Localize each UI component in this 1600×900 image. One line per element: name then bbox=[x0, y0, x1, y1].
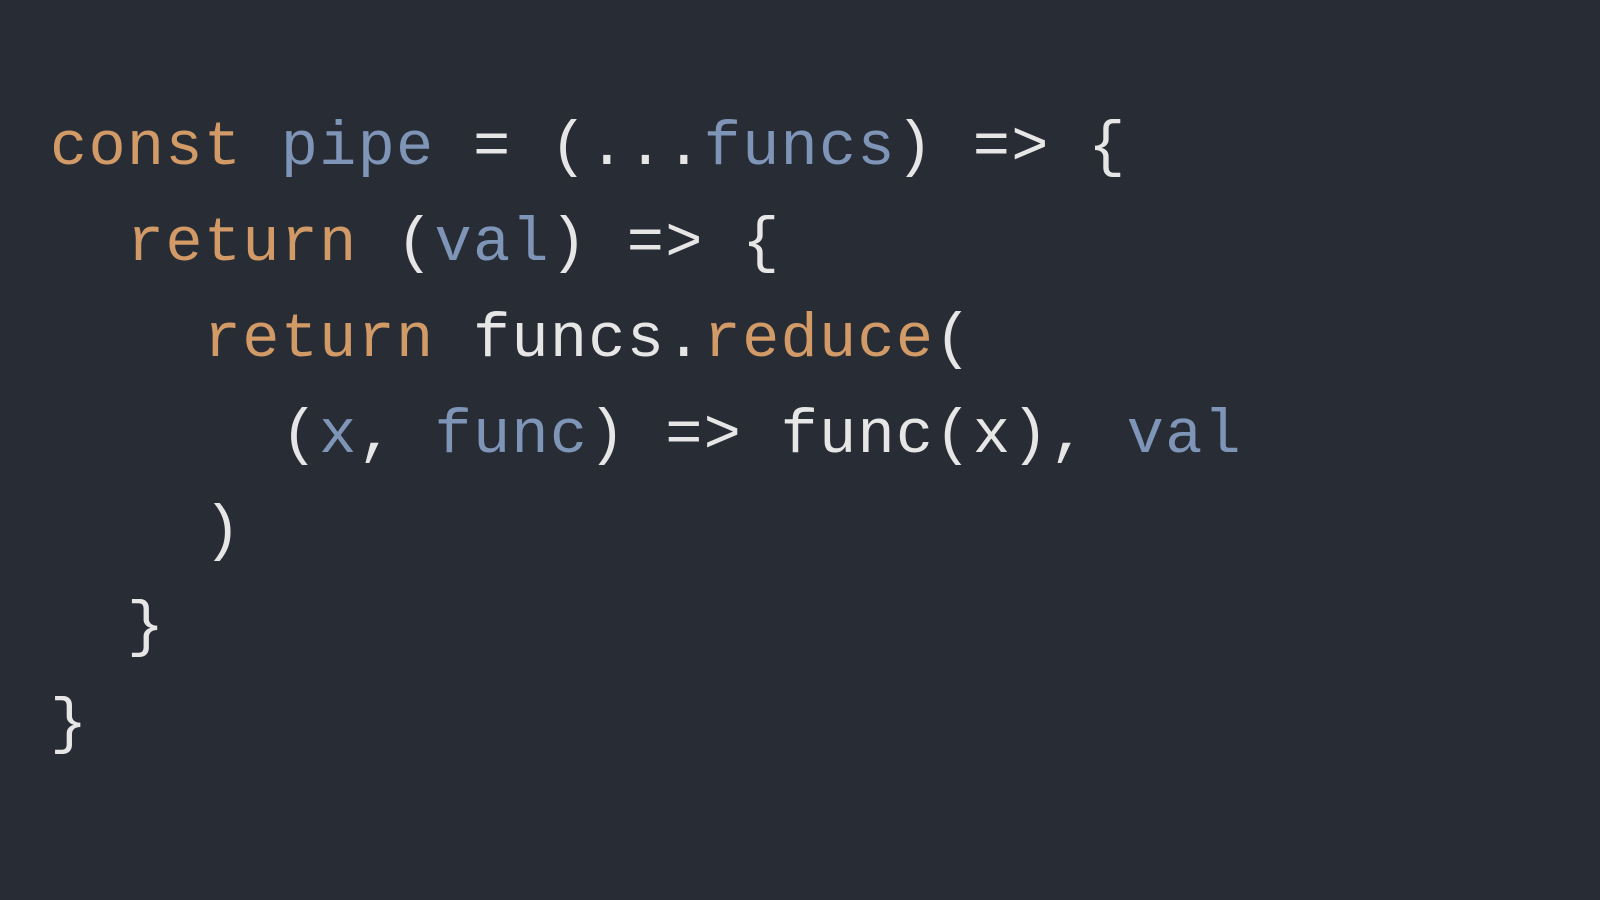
whitespace bbox=[358, 208, 396, 279]
whitespace bbox=[511, 112, 549, 183]
whitespace bbox=[588, 208, 626, 279]
keyword-return: return bbox=[127, 208, 358, 279]
paren-close: ) bbox=[896, 112, 934, 183]
code-line-1: const pipe = (...funcs) => { bbox=[50, 112, 1127, 183]
comma: , bbox=[358, 400, 396, 471]
code-line-2: return (val) => { bbox=[50, 208, 781, 279]
indent bbox=[50, 208, 127, 279]
whitespace bbox=[934, 112, 972, 183]
code-line-5: ) bbox=[50, 496, 242, 567]
code-line-6: } bbox=[50, 592, 165, 663]
paren-open: ( bbox=[550, 112, 588, 183]
brace-open: { bbox=[742, 208, 780, 279]
identifier-x-arg: x bbox=[973, 400, 1011, 471]
paren-close: ) bbox=[588, 400, 626, 471]
dot-operator: . bbox=[665, 304, 703, 375]
indent bbox=[50, 592, 127, 663]
identifier-funcs: funcs bbox=[704, 112, 896, 183]
keyword-const: const bbox=[50, 112, 242, 183]
paren-open: ( bbox=[934, 400, 972, 471]
paren-open: ( bbox=[396, 208, 434, 279]
brace-close: } bbox=[127, 592, 165, 663]
identifier-funcs: funcs bbox=[473, 304, 665, 375]
spread-operator: ... bbox=[588, 112, 703, 183]
paren-open: ( bbox=[281, 400, 319, 471]
identifier-func-call: func bbox=[781, 400, 935, 471]
code-line-3: return funcs.reduce( bbox=[50, 304, 973, 375]
code-line-7: } bbox=[50, 689, 88, 760]
brace-open: { bbox=[1088, 112, 1126, 183]
keyword-return: return bbox=[204, 304, 435, 375]
whitespace bbox=[627, 400, 665, 471]
code-line-4: (x, func) => func(x), val bbox=[50, 400, 1242, 471]
whitespace bbox=[434, 112, 472, 183]
brace-close: } bbox=[50, 689, 88, 760]
whitespace bbox=[1050, 112, 1088, 183]
whitespace bbox=[704, 208, 742, 279]
identifier-pipe: pipe bbox=[281, 112, 435, 183]
comma: , bbox=[1050, 400, 1088, 471]
indent bbox=[50, 304, 204, 375]
arrow-operator: => bbox=[627, 208, 704, 279]
identifier-val: val bbox=[435, 208, 550, 279]
indent bbox=[50, 400, 281, 471]
identifier-x: x bbox=[319, 400, 357, 471]
whitespace bbox=[434, 304, 472, 375]
identifier-val-arg: val bbox=[1127, 400, 1242, 471]
indent bbox=[50, 496, 204, 567]
paren-close: ) bbox=[204, 496, 242, 567]
operator-equals: = bbox=[473, 112, 511, 183]
identifier-func: func bbox=[435, 400, 589, 471]
paren-close: ) bbox=[1011, 400, 1049, 471]
whitespace bbox=[396, 400, 434, 471]
whitespace bbox=[742, 400, 780, 471]
paren-close: ) bbox=[550, 208, 588, 279]
paren-open: ( bbox=[934, 304, 972, 375]
method-reduce: reduce bbox=[704, 304, 935, 375]
whitespace bbox=[1088, 400, 1126, 471]
arrow-operator: => bbox=[973, 112, 1050, 183]
code-block: const pipe = (...funcs) => { return (val… bbox=[50, 100, 1242, 773]
whitespace bbox=[242, 112, 280, 183]
arrow-operator: => bbox=[665, 400, 742, 471]
